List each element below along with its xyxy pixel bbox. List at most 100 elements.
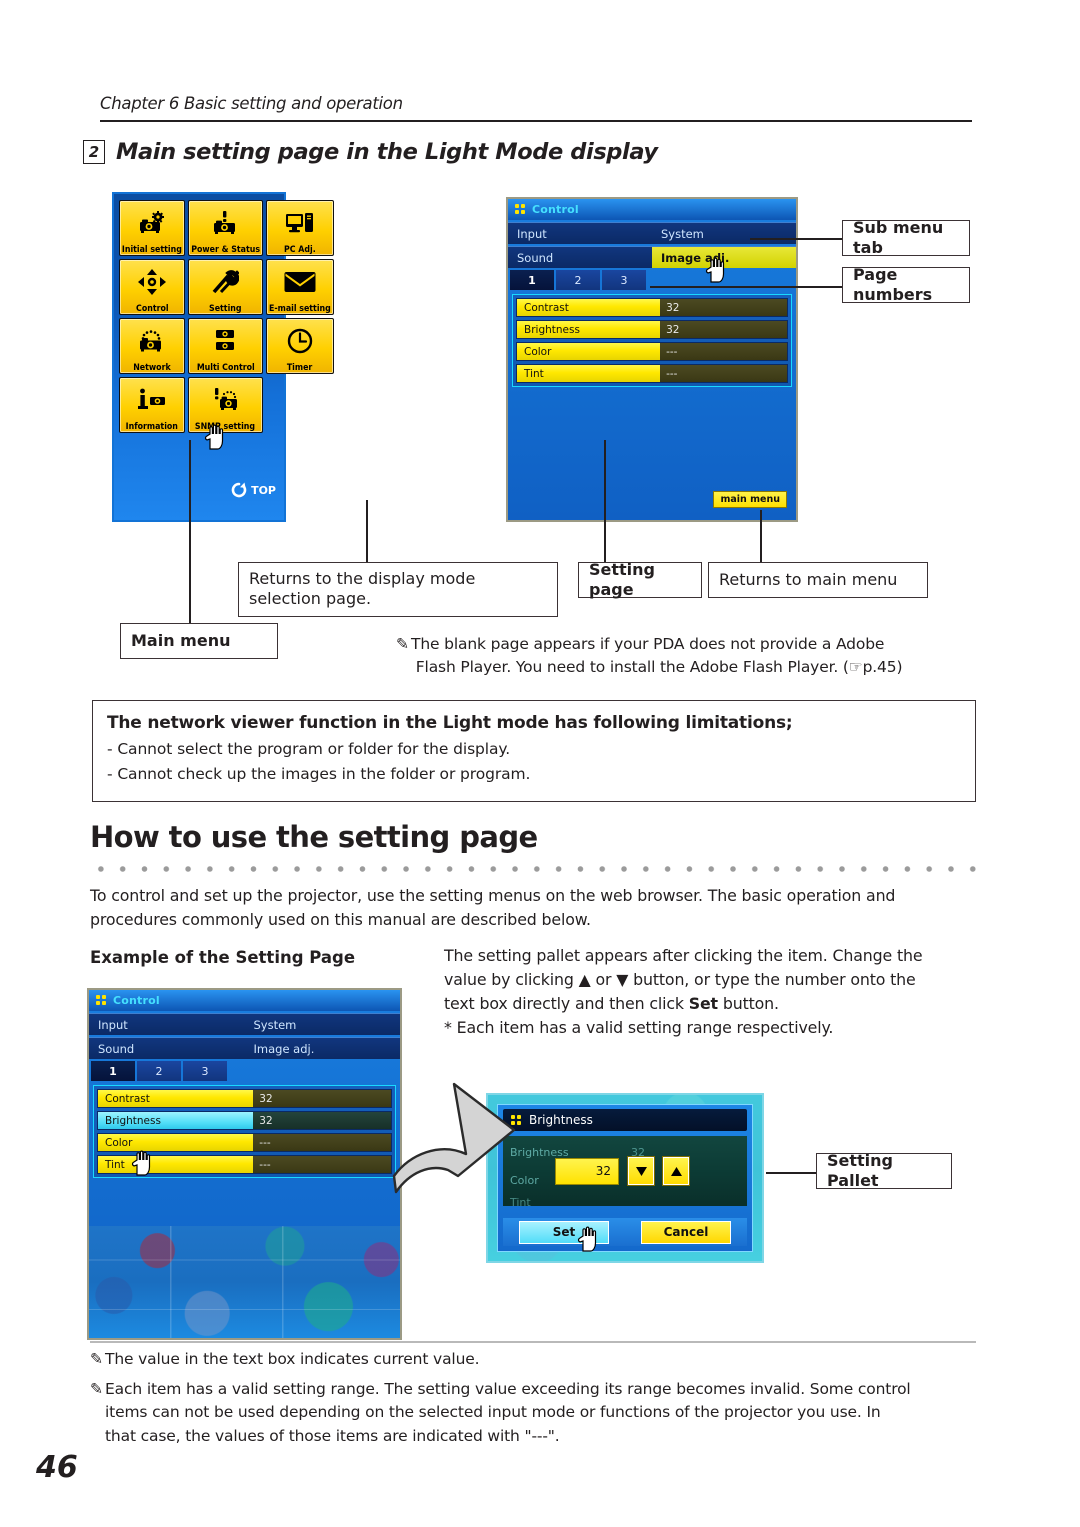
setting-row-tint[interactable]: Tint --- — [97, 1155, 392, 1174]
page-label: 2 — [574, 273, 582, 287]
tab-sound[interactable]: Sound — [89, 1037, 245, 1059]
limitations-item: - Cannot check up the images in the fold… — [107, 765, 531, 783]
menu-tile-multi-control[interactable]: Multi Control — [187, 318, 263, 374]
menu-tile-snmp-setting[interactable]: SNMP setting — [187, 377, 263, 433]
callout-text: Setting Pallet — [827, 1151, 893, 1190]
menu-tile-information[interactable]: Information — [119, 377, 185, 433]
set-keyword: Set — [688, 994, 718, 1013]
menu-tile-empty — [266, 377, 334, 433]
tab-image-adj[interactable]: Image adj. — [244, 1037, 400, 1059]
increment-button[interactable] — [662, 1156, 690, 1186]
triangle-down-icon — [635, 1166, 647, 1176]
setting-value: --- — [253, 1134, 391, 1151]
set-button[interactable]: Set — [519, 1220, 609, 1244]
callout-text: Page numbers — [853, 265, 933, 304]
page-tab-1[interactable]: 1 — [510, 270, 554, 290]
two-projectors-icon — [210, 319, 240, 363]
tab-image-adj[interactable]: Image adj. — [652, 246, 796, 268]
desktop-wallpaper — [89, 1226, 400, 1338]
pallet-window: Brightness Brightness Color Tint 32 --- … — [497, 1104, 753, 1252]
refresh-icon — [231, 482, 247, 498]
page-tab-3[interactable]: 3 — [183, 1061, 227, 1081]
tab-label: Input — [98, 1017, 128, 1032]
menu-tile-control[interactable]: Control — [119, 259, 185, 315]
footnote-divider — [90, 1341, 976, 1343]
tab-label: Sound — [98, 1041, 135, 1056]
setting-name: Tint — [98, 1156, 254, 1173]
page-tab-2[interactable]: 2 — [137, 1061, 181, 1081]
menu-tile-email-setting[interactable]: E-mail setting — [265, 259, 334, 315]
cancel-button[interactable]: Cancel — [641, 1220, 731, 1244]
pencil-icon: ✎ — [90, 1380, 103, 1398]
setting-value: --- — [660, 343, 787, 360]
monitor-pc-icon — [285, 201, 315, 245]
tab-input[interactable]: Input — [89, 1013, 245, 1035]
setting-row-tint[interactable]: Tint --- — [516, 364, 788, 383]
grid-dots-icon — [96, 995, 107, 1006]
menu-tile-label: Power & Status — [190, 243, 260, 254]
pallet-field-area: Brightness Color Tint 32 --- 32 — [503, 1136, 747, 1209]
callout-page-numbers: Page numbers — [842, 265, 970, 304]
callout-setting-pallet: Setting Pallet — [816, 1151, 952, 1190]
desc-line-3: text box directly and then click Set but… — [444, 994, 779, 1013]
clock-icon — [287, 319, 313, 363]
setting-row-brightness[interactable]: Brightness 32 — [97, 1111, 392, 1130]
control-screenshot-top: Control Input System Sound Image adj. 1 … — [506, 197, 798, 522]
setting-value: 32 — [253, 1112, 391, 1129]
menu-tile-setting[interactable]: Setting — [187, 259, 263, 315]
setting-value: --- — [660, 365, 787, 382]
wrench-screwdriver-icon — [211, 260, 240, 304]
setting-row-contrast[interactable]: Contrast 32 — [97, 1089, 392, 1108]
decrement-button[interactable] — [627, 1156, 655, 1186]
callout-sub-menu-tab: Sub menu tab — [842, 218, 970, 257]
menu-tile-label: Initial setting — [121, 243, 182, 254]
page-tab-3[interactable]: 3 — [602, 270, 646, 290]
control-title: Control — [113, 994, 160, 1007]
callout-main-menu: Main menu — [120, 623, 278, 659]
tab-system[interactable]: System — [244, 1013, 400, 1035]
setting-name: Brightness — [517, 321, 661, 338]
chapter-header: Chapter 6 Basic setting and operation — [100, 94, 403, 113]
callout-text: Setting page — [589, 560, 655, 599]
leader-returns-display-mode — [366, 500, 368, 564]
tab-sound[interactable]: Sound — [508, 246, 652, 268]
limitations-item: - Cannot select the program or folder fo… — [107, 740, 511, 758]
control-tab-row-1-bottom: Input System — [89, 1013, 400, 1035]
value-input[interactable]: 32 — [555, 1157, 619, 1185]
menu-tile-network[interactable]: Network — [119, 318, 185, 374]
setting-row-color[interactable]: Color --- — [97, 1133, 392, 1152]
ref-arrow-icon: ☞ — [848, 658, 863, 677]
menu-tile-timer[interactable]: Timer — [265, 318, 334, 374]
setting-pallet-screenshot: Brightness Brightness Color Tint 32 --- … — [486, 1093, 764, 1263]
desc-line-1: The setting pallet appears after clickin… — [444, 946, 923, 965]
tab-label: System — [661, 226, 704, 241]
setting-row-contrast[interactable]: Contrast 32 — [516, 298, 788, 317]
menu-tile-power-status[interactable]: Power & Status — [187, 200, 263, 256]
setting-row-brightness[interactable]: Brightness 32 — [516, 320, 788, 339]
menu-tile-label: SNMP setting — [195, 420, 256, 431]
menu-tile-pc-adj[interactable]: PC Adj. — [265, 200, 334, 256]
section-title: Main setting page in the Light Mode disp… — [116, 139, 658, 165]
page-tab-1[interactable]: 1 — [91, 1061, 135, 1081]
menu-tile-initial-setting[interactable]: Initial setting — [119, 200, 185, 256]
projector-network-icon — [137, 319, 167, 363]
callout-returns-display-mode: Returns to the display mode selection pa… — [238, 562, 558, 617]
footnote-1: ✎ The value in the text box indicates cur… — [90, 1348, 980, 1371]
menu-tile-label: Multi Control — [196, 361, 255, 372]
section-number-badge: 2 — [83, 140, 105, 164]
triangle-up-icon — [670, 1166, 682, 1176]
page-tab-2[interactable]: 2 — [556, 270, 600, 290]
header-divider — [100, 120, 972, 122]
projector-exclaim-icon — [211, 201, 239, 245]
top-button[interactable]: TOP — [231, 482, 276, 498]
tab-input[interactable]: Input — [508, 222, 652, 244]
menu-tile-label: Control — [135, 302, 169, 313]
main-menu-button[interactable]: main menu — [713, 491, 787, 508]
callout-returns-main-menu: Returns to main menu — [708, 562, 928, 598]
setting-name: Color — [98, 1134, 254, 1151]
tab-system[interactable]: System — [652, 222, 796, 244]
setting-pallet-description: The setting pallet appears after clickin… — [444, 944, 989, 1040]
down-arrow-glyph: ▼ — [616, 970, 629, 989]
intro-line-2: procedures commonly used on this manual … — [90, 910, 591, 929]
setting-row-color[interactable]: Color --- — [516, 342, 788, 361]
